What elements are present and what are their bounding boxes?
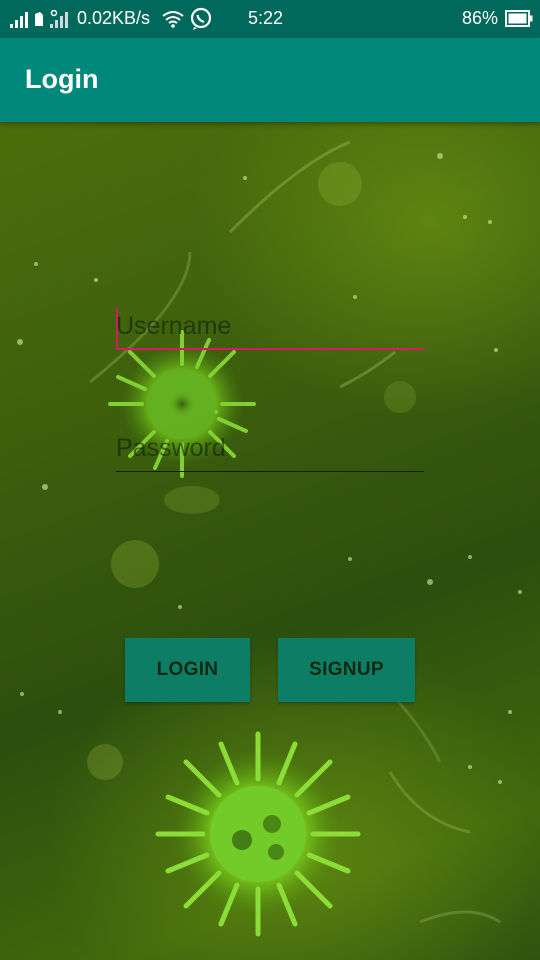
clock: 5:22 (248, 8, 284, 28)
username-underline (116, 348, 424, 350)
password-field[interactable] (116, 428, 424, 472)
battery-icon (505, 10, 533, 27)
app-bar: Login (0, 38, 540, 122)
background-image (0, 122, 540, 960)
password-underline (116, 471, 424, 472)
login-button[interactable]: LOGIN (125, 638, 250, 702)
wifi-icon (162, 10, 184, 28)
page-title: Login (25, 64, 99, 94)
signal-icon (50, 10, 74, 28)
network-speed: 0.02KB/s (77, 8, 151, 28)
text-cursor (116, 308, 118, 348)
username-input[interactable] (116, 306, 424, 346)
password-input[interactable] (116, 428, 424, 468)
whatsapp-icon (189, 7, 213, 31)
virus-background-art (17, 140, 522, 937)
sim-icon (34, 12, 44, 26)
signal-icon (10, 10, 34, 28)
username-field[interactable] (116, 306, 424, 350)
status-bar: 0.02KB/s 5:22 86% (0, 0, 540, 38)
battery-percent: 86% (462, 8, 499, 28)
signup-button[interactable]: SIGNUP (278, 638, 415, 702)
